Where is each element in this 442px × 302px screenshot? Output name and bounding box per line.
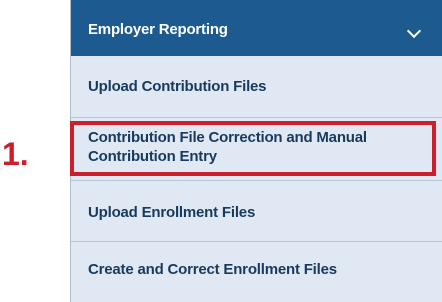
menu-item-label: Create and Correct Enrollment Files: [88, 261, 337, 278]
menu-item-upload-enrollment-files[interactable]: Upload Enrollment Files: [71, 181, 442, 241]
menu-item-label: Upload Enrollment Files: [88, 204, 256, 221]
menu-item-label: Contribution File Correction and Manual …: [88, 129, 367, 165]
menu-item-label: Upload Contribution Files: [88, 78, 267, 95]
menu-item-create-correct-enrollment-files[interactable]: Create and Correct Enrollment Files: [71, 242, 442, 302]
menu-header-title: Employer Reporting: [88, 21, 228, 38]
menu-item-upload-contribution-files[interactable]: Upload Contribution Files: [71, 56, 442, 116]
menu-item-contribution-file-correction[interactable]: Contribution File Correction and Manual …: [71, 118, 442, 178]
employer-reporting-menu: Employer Reporting Upload Contribution F…: [70, 0, 442, 302]
menu-header-employer-reporting[interactable]: Employer Reporting: [71, 0, 442, 56]
step-number-annotation: 1.: [2, 136, 29, 172]
chevron-down-icon: [406, 23, 422, 39]
